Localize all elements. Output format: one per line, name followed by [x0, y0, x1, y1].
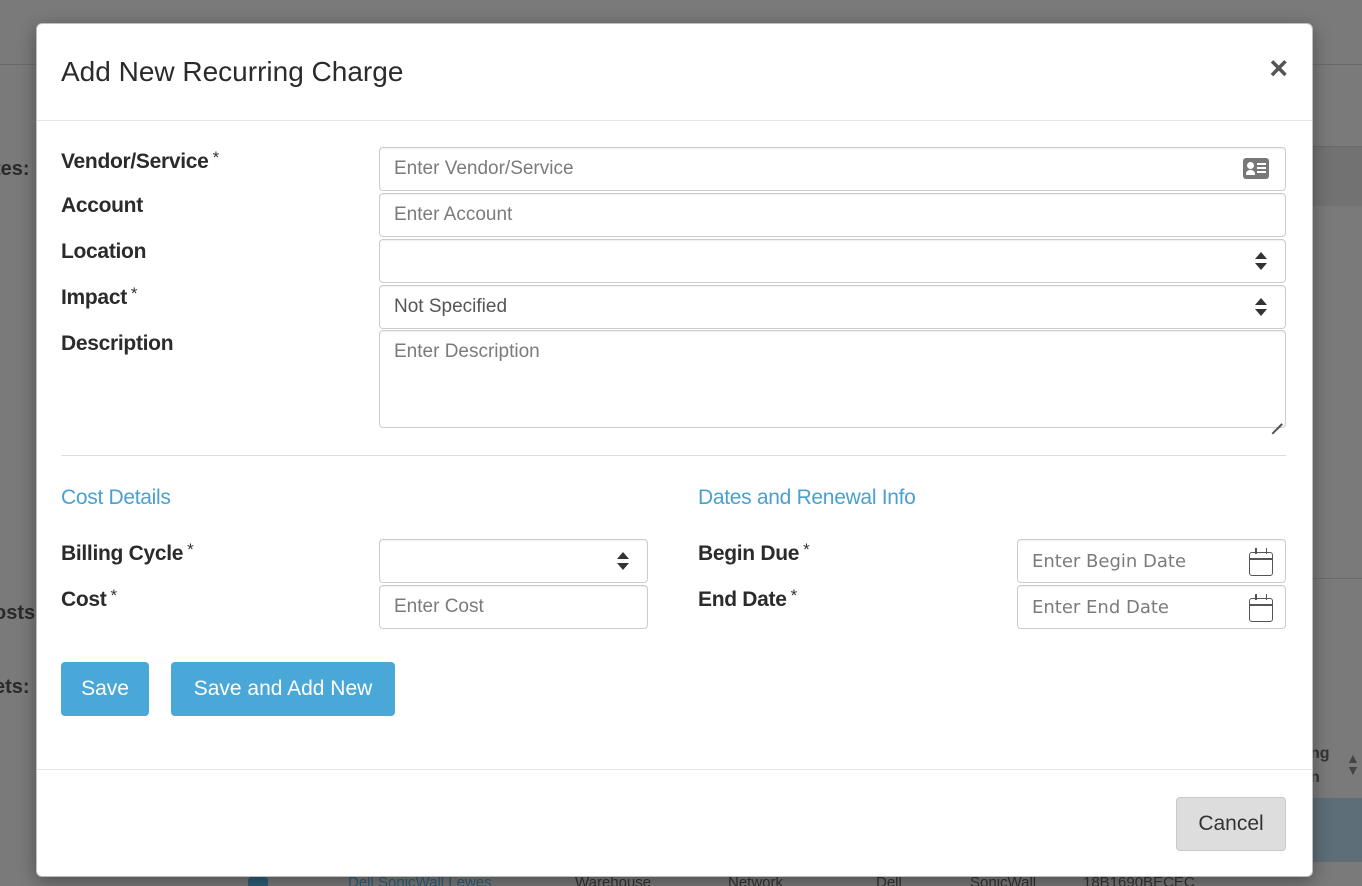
cost-field	[379, 585, 648, 629]
location-label: Location	[61, 240, 147, 263]
dates-renewal-title: Dates and Renewal Info	[698, 486, 916, 509]
background-panel	[1312, 146, 1362, 206]
impact-label-text: Impact	[61, 286, 127, 309]
cost-details-title: Cost Details	[61, 486, 171, 509]
cost-label: Cost *	[61, 586, 117, 612]
description-label: Description	[61, 332, 174, 355]
modal-header: Add New Recurring Charge ×	[37, 24, 1312, 121]
begin-due-label: Begin Due *	[698, 540, 810, 566]
modal-title: Add New Recurring Charge	[61, 56, 404, 87]
add-recurring-charge-modal: Add New Recurring Charge × Vendor/Servic…	[36, 23, 1313, 877]
select-caret-icon	[1255, 252, 1267, 270]
billing-cycle-label: Billing Cycle *	[61, 540, 194, 566]
account-label: Account	[61, 194, 143, 217]
required-marker: *	[110, 586, 117, 605]
background-row-highlight	[1312, 798, 1362, 862]
cost-input[interactable]	[380, 586, 647, 628]
required-marker: *	[187, 540, 194, 559]
account-field	[379, 193, 1286, 237]
location-select[interactable]	[379, 239, 1286, 283]
begin-date-field	[1017, 539, 1286, 583]
end-date-label-text: End Date	[698, 588, 787, 611]
close-icon[interactable]: ×	[1269, 52, 1288, 84]
description-textarea[interactable]	[380, 331, 1285, 427]
select-caret-icon	[1255, 298, 1267, 316]
impact-value: Not Specified	[394, 296, 508, 317]
modal-footer-divider	[37, 769, 1312, 770]
background-label: ets:	[0, 676, 30, 698]
description-field	[379, 330, 1286, 428]
vendor-field	[379, 147, 1286, 191]
save-button[interactable]: Save	[61, 662, 149, 716]
billing-cycle-label-text: Billing Cycle	[61, 542, 184, 565]
checkbox-icon	[248, 877, 268, 886]
begin-due-label-text: Begin Due	[698, 542, 800, 565]
required-marker: *	[790, 586, 798, 605]
account-input[interactable]	[380, 194, 1285, 236]
resize-grip-icon[interactable]	[1270, 412, 1282, 424]
end-date-field	[1017, 585, 1286, 629]
calendar-icon[interactable]	[1249, 594, 1273, 622]
sort-icon: ▲ ▼	[1346, 750, 1360, 778]
required-marker: *	[130, 284, 138, 303]
required-marker: *	[803, 540, 810, 559]
save-and-add-new-button[interactable]: Save and Add New	[171, 662, 395, 716]
begin-date-input[interactable]	[1018, 540, 1285, 582]
end-date-input[interactable]	[1018, 586, 1285, 628]
calendar-icon[interactable]	[1249, 548, 1273, 576]
vcard-icon[interactable]	[1243, 158, 1269, 179]
impact-label: Impact *	[61, 284, 138, 310]
background-divider	[1312, 578, 1362, 579]
cancel-button[interactable]: Cancel	[1176, 797, 1286, 851]
billing-cycle-select[interactable]	[379, 539, 648, 583]
background-label: tes:	[0, 158, 30, 180]
required-marker: *	[212, 148, 220, 167]
select-caret-icon	[617, 552, 629, 570]
section-divider	[61, 455, 1286, 456]
cost-label-text: Cost	[61, 588, 107, 611]
vendor-label-text: Vendor/Service	[61, 150, 209, 173]
vendor-label: Vendor/Service *	[61, 148, 220, 174]
impact-select[interactable]: Not Specified	[379, 285, 1286, 329]
vendor-input[interactable]	[380, 148, 1285, 190]
end-date-label: End Date *	[698, 586, 798, 612]
